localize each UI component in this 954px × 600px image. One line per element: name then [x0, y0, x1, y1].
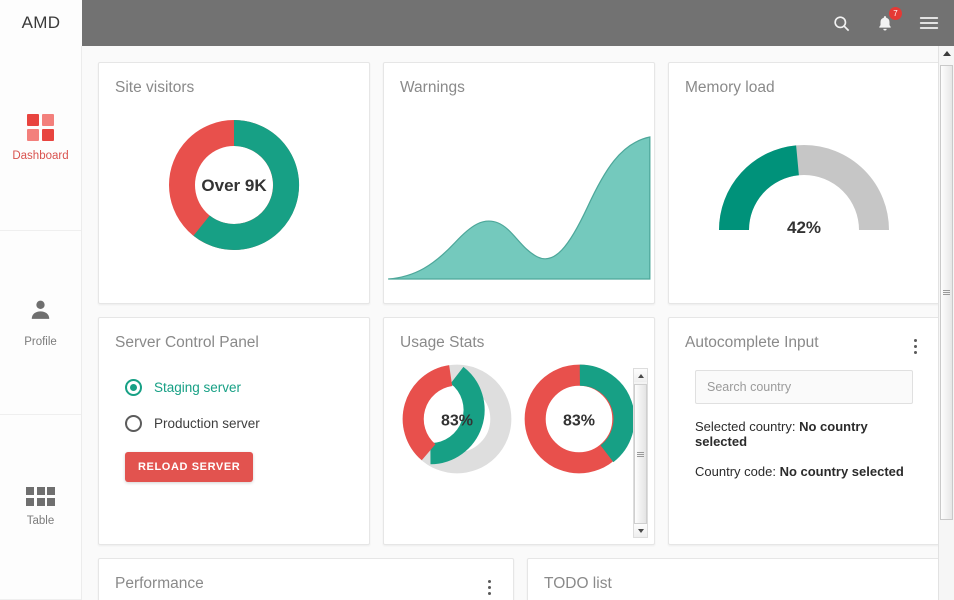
card-server-control-panel: Server Control Panel Staging server Prod…: [98, 317, 370, 545]
app-header: AMD 7: [0, 0, 954, 46]
usage-stats-donut-left: 83%: [398, 360, 516, 478]
dashboard-row-2: Server Control Panel Staging server Prod…: [98, 317, 940, 545]
sidebar-item-label: Dashboard: [12, 150, 68, 162]
memory-load-gauge-chart: 42%: [669, 97, 939, 272]
card-header: Warnings: [384, 63, 654, 97]
sidebar-item-table[interactable]: Table: [0, 415, 81, 600]
hamburger-menu-icon[interactable]: [918, 12, 940, 34]
card-header: Memory load: [669, 63, 939, 97]
search-icon[interactable]: [830, 12, 852, 34]
usage-stats-charts: 83% 83%: [384, 352, 654, 478]
card-header: Site visitors: [99, 63, 369, 97]
page-scroll-up-arrow-icon[interactable]: [939, 46, 954, 61]
sidebar-item-label: Profile: [24, 336, 57, 348]
server-options-group: Staging server Production server RELOAD …: [99, 352, 369, 482]
brand-title: AMD: [22, 13, 61, 33]
dashboard-row-1: Site visitors Over 9K Warnings: [98, 62, 940, 304]
radio-label: Production server: [154, 416, 260, 431]
country-code-row: Country code: No country selected: [695, 464, 913, 479]
card-title: Server Control Panel: [115, 334, 259, 352]
usage-stats-scrollbar[interactable]: [633, 368, 648, 538]
search-country-input[interactable]: [695, 370, 913, 404]
radio-icon-selected: [125, 379, 142, 396]
card-title: Usage Stats: [400, 334, 484, 352]
radio-label: Staging server: [154, 380, 241, 395]
sidebar-item-dashboard[interactable]: Dashboard: [0, 46, 81, 231]
card-title: Site visitors: [115, 79, 194, 97]
dashboard-app: AMD 7: [0, 0, 954, 600]
page-scrollbar[interactable]: [938, 46, 954, 600]
card-warnings: Warnings: [383, 62, 655, 304]
country-code-label: Country code:: [695, 464, 776, 479]
selected-country-label: Selected country:: [695, 419, 795, 434]
scrollbar-track[interactable]: [634, 382, 647, 524]
kebab-menu-icon[interactable]: [481, 575, 497, 595]
radio-production-server[interactable]: Production server: [99, 408, 369, 438]
dashboard-content: Site visitors Over 9K Warnings: [82, 46, 954, 600]
table-grid-icon: [26, 487, 55, 506]
site-visitors-donut-chart: Over 9K: [99, 97, 369, 272]
scroll-up-arrow-icon[interactable]: [634, 369, 647, 382]
dashboard-row-3: Performance TODO list: [98, 558, 940, 600]
top-toolbar: 7: [82, 0, 954, 46]
donut-center-label: 83%: [441, 413, 473, 430]
app-body: Dashboard Profile Table: [0, 46, 954, 600]
radio-icon-unselected: [125, 415, 142, 432]
warnings-area-chart: [384, 97, 654, 292]
scroll-down-arrow-icon[interactable]: [634, 524, 647, 537]
page-scrollbar-track[interactable]: [939, 61, 954, 600]
gauge-center-label: 42%: [787, 218, 821, 237]
card-title: Warnings: [400, 79, 465, 97]
page-scrollbar-thumb[interactable]: [940, 65, 953, 520]
card-header: Autocomplete Input: [669, 318, 939, 354]
card-title: TODO list: [544, 575, 612, 593]
card-title: Memory load: [685, 79, 775, 97]
card-header: TODO list: [528, 559, 939, 593]
sidebar-item-label: Table: [27, 515, 55, 527]
card-title: Autocomplete Input: [685, 334, 819, 352]
card-title: Performance: [115, 575, 204, 593]
brand-logo[interactable]: AMD: [0, 0, 82, 46]
card-performance: Performance: [98, 558, 514, 600]
card-header: Performance: [99, 559, 513, 595]
dashboard-grid-icon: [27, 114, 54, 141]
kebab-menu-icon[interactable]: [907, 334, 923, 354]
card-todo-list: TODO list: [527, 558, 940, 600]
card-usage-stats: Usage Stats 83% 83%: [383, 317, 655, 545]
selected-country-row: Selected country: No country selected: [695, 419, 913, 449]
sidebar-item-profile[interactable]: Profile: [0, 231, 81, 416]
card-header: Usage Stats: [384, 318, 654, 352]
person-icon: [28, 297, 53, 327]
radio-staging-server[interactable]: Staging server: [99, 372, 369, 402]
country-code-value: No country selected: [780, 464, 904, 479]
scrollbar-thumb[interactable]: [634, 384, 647, 524]
sidebar-nav: Dashboard Profile Table: [0, 46, 82, 600]
usage-stats-donut-right: 83%: [520, 360, 638, 478]
bell-icon[interactable]: 7: [874, 12, 896, 34]
card-site-visitors: Site visitors Over 9K: [98, 62, 370, 304]
donut-center-label: 83%: [563, 413, 595, 430]
reload-server-button[interactable]: RELOAD SERVER: [125, 452, 253, 482]
donut-center-label: Over 9K: [201, 176, 267, 195]
card-header: Server Control Panel: [99, 318, 369, 352]
card-autocomplete-input: Autocomplete Input Selected country: No …: [668, 317, 940, 545]
notification-badge: 7: [889, 7, 902, 20]
card-memory-load: Memory load 42%: [668, 62, 940, 304]
